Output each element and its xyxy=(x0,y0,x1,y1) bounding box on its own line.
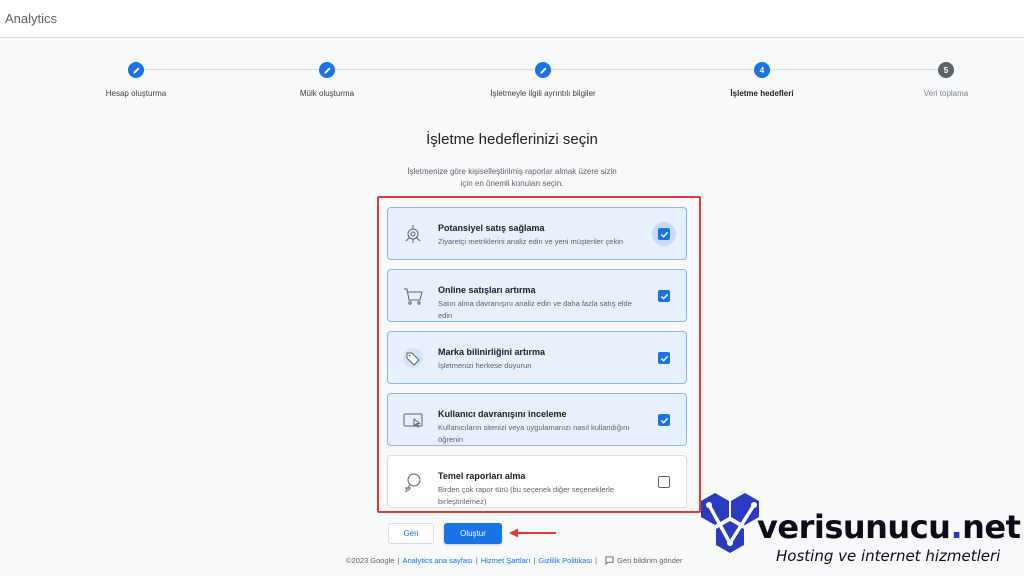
watermark-brand: verisunucu.net xyxy=(757,508,1021,546)
create-button[interactable]: Oluştur xyxy=(444,523,502,544)
send-feedback-link[interactable]: Geri bildirim gönder xyxy=(600,556,683,565)
checkmark-icon xyxy=(660,293,668,300)
checkmark-icon xyxy=(660,231,668,238)
option-title: Online satışları artırma xyxy=(438,285,536,295)
feedback-icon xyxy=(605,556,614,565)
option-checkbox[interactable] xyxy=(658,228,670,240)
step-4-number: 4 xyxy=(754,62,770,78)
back-button[interactable]: Geri xyxy=(388,523,434,544)
option-checkbox[interactable] xyxy=(658,352,670,364)
option-title: Kullanıcı davranışını inceleme xyxy=(438,409,567,419)
step-data-collection: 5 Veri toplama xyxy=(866,60,1024,98)
watermark-tagline: Hosting ve internet hizmetleri xyxy=(776,547,1001,565)
option-description: İşletmenizi herkese duyurun xyxy=(438,361,532,370)
page-title: İşletme hedeflerinizi seçin xyxy=(426,131,598,148)
send-feedback-label: Geri bildirim gönder xyxy=(617,556,683,565)
shopping-cart-icon xyxy=(401,284,425,308)
step-property-creation: Mülk oluşturma xyxy=(247,60,407,98)
step-5-label: Veri toplama xyxy=(923,89,969,98)
step-business-details: İşletmeyle ilgili ayrıntılı bilgiler xyxy=(463,60,623,98)
step-1-status xyxy=(128,62,144,78)
red-arrow-annotation xyxy=(509,528,556,538)
app-title: Analytics xyxy=(5,11,58,26)
footer-link-terms[interactable]: Hizmet Şartları xyxy=(481,556,531,565)
checkmark-icon xyxy=(660,417,668,424)
target-icon xyxy=(401,222,425,246)
option-description: Ziyaretçi metriklerini analiz edin ve ye… xyxy=(438,237,624,246)
pencil-icon xyxy=(539,66,547,74)
step-3-status xyxy=(535,62,551,78)
top-app-bar: Analytics xyxy=(0,0,1024,38)
watermark-brand-name: verisunucu xyxy=(757,508,951,546)
option-checkbox[interactable] xyxy=(658,476,670,488)
objective-option-online-sales[interactable]: Online satışları artırma Satın alma davr… xyxy=(387,269,687,322)
footer-link-analytics-home[interactable]: Analytics ana sayfası xyxy=(402,556,472,565)
objective-option-user-behavior[interactable]: Kullanıcı davranışını inceleme Kullanıcı… xyxy=(387,393,687,446)
option-checkbox[interactable] xyxy=(658,290,670,302)
objective-option-brand-awareness[interactable]: Marka bilinirliğini artırma İşletmenizi … xyxy=(387,331,687,384)
option-title: Temel raporları alma xyxy=(438,471,526,481)
step-2-label: Mülk oluşturma xyxy=(299,89,355,98)
pencil-icon xyxy=(323,66,331,74)
objective-option-leads[interactable]: Potansiyel satış sağlama Ziyaretçi metri… xyxy=(387,207,687,260)
setup-stepper: Hesap oluşturma Mülk oluşturma İşletmeyl… xyxy=(0,60,1024,110)
option-title: Marka bilinirliğini artırma xyxy=(438,347,546,357)
page-subtitle: İşletmenize göre kişiselleştirilmiş rapo… xyxy=(407,167,617,188)
step-business-objectives: 4 İşletme hedefleri xyxy=(682,60,842,98)
pencil-icon xyxy=(132,66,140,74)
step-1-label: Hesap oluşturma xyxy=(105,89,167,98)
watermark-brand-tld: net xyxy=(962,508,1021,546)
screen-cursor-icon xyxy=(401,408,425,432)
step-3-label: İşletmeyle ilgili ayrıntılı bilgiler xyxy=(490,89,596,98)
tag-icon xyxy=(401,346,425,370)
option-checkbox[interactable] xyxy=(658,414,670,426)
objective-option-baseline-reports[interactable]: Temel raporları alma Birden çok rapor tü… xyxy=(387,455,687,508)
report-search-icon xyxy=(401,470,425,494)
step-2-status xyxy=(319,62,335,78)
step-4-label: İşletme hedefleri xyxy=(730,89,794,98)
step-account-creation: Hesap oluşturma xyxy=(56,60,216,98)
option-description: Kullanıcıların sitenizi veya uygulamanız… xyxy=(438,423,630,444)
footer-link-privacy[interactable]: Gizlilik Politikası xyxy=(538,556,592,565)
verisunucu-logo-icon xyxy=(701,493,759,553)
footer-copyright: ©2023 Google xyxy=(346,556,395,565)
option-title: Potansiyel satış sağlama xyxy=(438,223,545,233)
option-description: Birden çok rapor türü (bu seçenek diğer … xyxy=(438,485,614,506)
checkmark-icon xyxy=(660,355,668,362)
option-description: Satın alma davranışını analiz edin ve da… xyxy=(438,299,632,320)
page-footer: ©2023 Google | Analytics ana sayfası | H… xyxy=(346,556,683,565)
step-5-number: 5 xyxy=(938,62,954,78)
